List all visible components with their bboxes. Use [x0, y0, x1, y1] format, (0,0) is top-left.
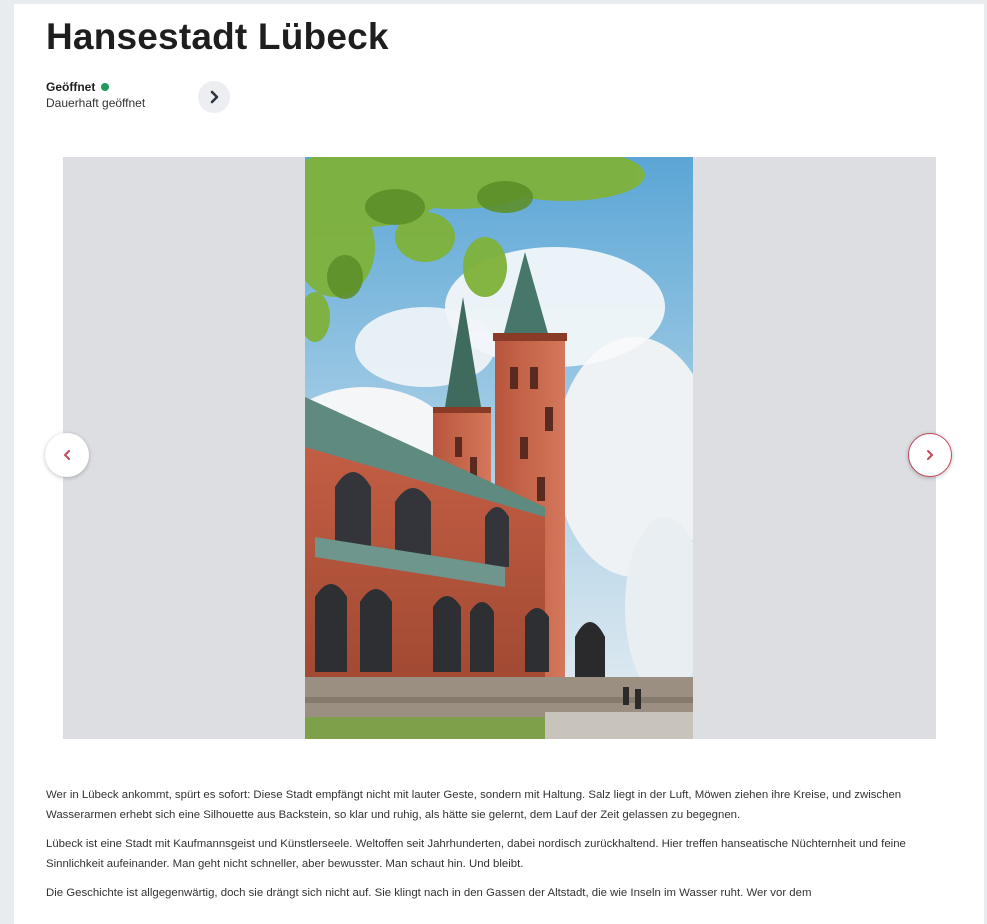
page-title: Hansestadt Lübeck — [46, 16, 389, 57]
cathedral-photo — [305, 157, 693, 739]
image-gallery[interactable]: 8 — [63, 157, 936, 739]
cathedral-image — [305, 157, 693, 739]
content-card: Hansestadt Lübeck Geöffnet Dauerhaft geö… — [14, 4, 984, 924]
status-row: Geöffnet — [46, 80, 145, 94]
description-text: Wer in Lübeck ankommt, spürt es sofort: … — [46, 785, 946, 912]
status-detail: Dauerhaft geöffnet — [46, 96, 146, 110]
description-paragraph: Lübeck ist eine Stadt mit Kaufmannsgeist… — [46, 838, 906, 870]
gallery-prev-button[interactable] — [45, 433, 89, 477]
description-paragraph: Die Geschichte ist allgegenwärtig, doch … — [46, 887, 812, 899]
description-paragraph: Wer in Lübeck ankommt, spürt es sofort: … — [46, 789, 902, 821]
chevron-left-icon — [64, 450, 70, 460]
status-dot-icon — [101, 83, 110, 91]
gallery-next-button[interactable] — [908, 433, 952, 477]
opening-status: Geöffnet Dauerhaft geöffnet — [46, 80, 145, 110]
status-label: Geöffnet — [46, 80, 96, 94]
opening-hours-button[interactable] — [198, 81, 230, 113]
chevron-right-icon — [210, 90, 219, 104]
chevron-right-icon — [927, 450, 933, 460]
